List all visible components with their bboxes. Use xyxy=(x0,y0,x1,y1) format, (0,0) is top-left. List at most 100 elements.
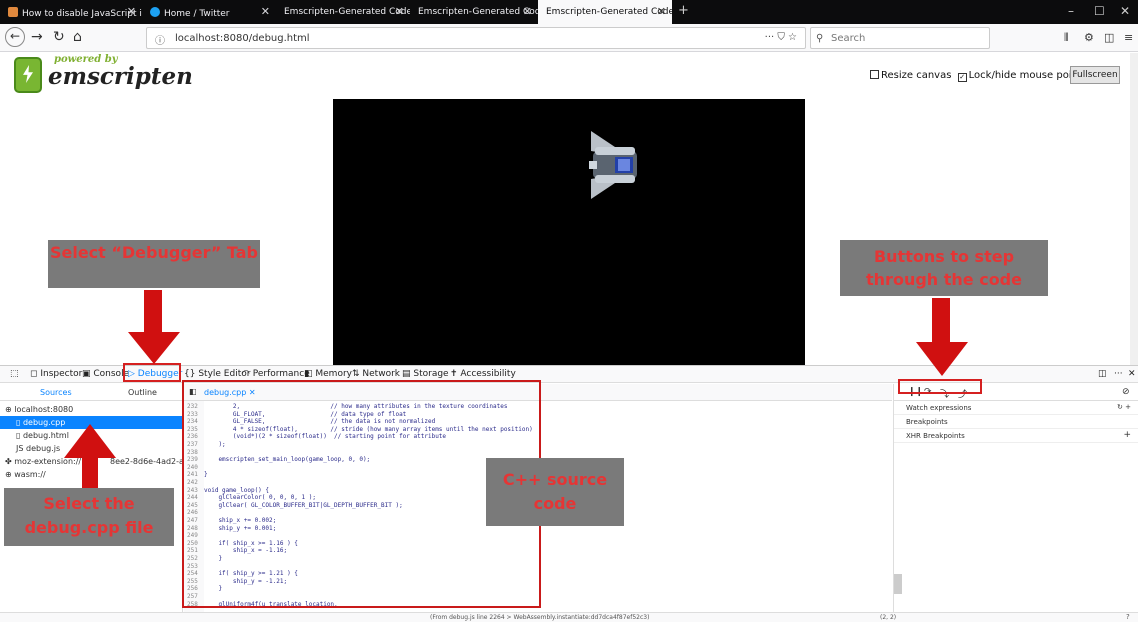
performance-icon: ◠ xyxy=(242,369,253,379)
tree-item-wasm[interactable]: ⊕ wasm:// xyxy=(5,470,46,479)
tab-label: How to disable JavaScript in Ch xyxy=(22,9,142,19)
help-icon[interactable]: ? xyxy=(1126,613,1130,621)
forward-arrow-icon[interactable]: → xyxy=(31,29,43,45)
tab-label: Inspector xyxy=(40,369,83,379)
tree-item-label: debug.html xyxy=(22,431,69,440)
breakpoints-row[interactable]: Breakpoints xyxy=(894,415,1138,429)
tab-label: Emscripten-Generated Code xyxy=(418,7,538,17)
canvas-controls: Resize canvas ✓ Lock/hide mouse pointer xyxy=(870,70,1092,82)
page-scrollbar[interactable] xyxy=(1130,53,1138,365)
tree-item-debug-js[interactable]: JS debug.js xyxy=(16,444,60,453)
brand-title: emscripten xyxy=(48,63,193,90)
spaceship-sprite xyxy=(589,131,637,199)
tab-memory[interactable]: ◧ Memory xyxy=(304,369,352,379)
tab-sources[interactable]: Sources xyxy=(40,388,72,397)
tab-label: Accessibility xyxy=(460,369,516,379)
file-icon: ▯ xyxy=(16,418,23,427)
network-icon: ⇅ xyxy=(352,369,363,379)
memory-icon: ◧ xyxy=(304,369,316,379)
deactivate-breakpoints-icon[interactable]: ⊘ xyxy=(1122,387,1130,397)
more-options-icon[interactable]: ··· xyxy=(1114,369,1123,379)
close-devtools-icon[interactable]: ✕ xyxy=(1128,369,1136,379)
row-label: Breakpoints xyxy=(906,418,948,426)
extension-icon: ✤ xyxy=(5,457,15,466)
lock-pointer-checkbox[interactable]: ✓ xyxy=(957,73,967,82)
tree-item-label: localhost:8080 xyxy=(14,405,74,414)
globe-icon: ⊕ xyxy=(5,470,15,479)
tab-inspector[interactable]: ◻ Inspector xyxy=(30,369,82,379)
tab-outline[interactable]: Outline xyxy=(128,388,157,397)
sidebar-scrollbar[interactable] xyxy=(894,574,902,594)
tree-item-debug-cpp[interactable]: ▯ debug.cpp xyxy=(16,418,65,427)
navigation-bar: ← → ↻ ⌂ ⓘ localhost:8080/debug.html ··· … xyxy=(0,24,1138,52)
arrow-head xyxy=(64,424,116,458)
element-picker-icon[interactable]: ⬚ xyxy=(10,369,19,379)
tab-favicon-icon xyxy=(8,7,18,17)
maximize-button[interactable]: ☐ xyxy=(1094,4,1105,18)
game-canvas[interactable] xyxy=(333,99,805,365)
tab-1[interactable]: How to disable JavaScript in Ch✕ xyxy=(0,0,142,24)
page-actions-icon[interactable]: ··· ⛉ ☆ xyxy=(765,32,797,43)
twitter-icon xyxy=(150,7,160,17)
page-content: powered by emscripten Resize canvas ✓ Loc… xyxy=(0,53,1130,365)
globe-icon: ⊕ xyxy=(5,405,15,414)
search-input[interactable]: ⚲ Search xyxy=(810,27,990,49)
add-xhr-icon[interactable]: + xyxy=(1123,430,1131,440)
tab-2[interactable]: Home / Twitter ✕ xyxy=(142,0,276,24)
tab-label: Performance xyxy=(252,369,310,379)
style-editor-icon: {} xyxy=(184,369,199,379)
cursor-position: (2, 2) xyxy=(880,614,897,621)
reload-icon[interactable]: ↻ xyxy=(53,29,65,45)
close-tab-icon[interactable]: ✕ xyxy=(523,5,532,18)
close-window-button[interactable]: ✕ xyxy=(1120,4,1130,18)
extension-icon[interactable]: ⚙ xyxy=(1084,31,1094,44)
resize-canvas-checkbox[interactable] xyxy=(870,70,879,79)
search-icon: ⚲ xyxy=(816,33,824,44)
sidebar-icon[interactable]: ◫ xyxy=(1104,31,1114,44)
resize-canvas-label: Resize canvas xyxy=(881,70,952,81)
xhr-breakpoints-row[interactable]: XHR Breakpoints + xyxy=(894,429,1138,443)
close-tab-icon[interactable]: ✕ xyxy=(657,5,666,18)
js-file-icon: JS xyxy=(16,444,26,453)
debugger-tab-highlight xyxy=(123,363,181,382)
back-arrow-icon[interactable]: ← xyxy=(5,27,25,47)
tab-storage[interactable]: ▤ Storage xyxy=(402,369,449,379)
console-icon: ▣ xyxy=(82,369,94,379)
tab-network[interactable]: ⇅ Network xyxy=(352,369,400,379)
tab-4[interactable]: Emscripten-Generated Code ✕ xyxy=(410,0,538,24)
tree-item-moz-extension[interactable]: ✤ moz-extension://... xyxy=(5,457,89,466)
home-icon[interactable]: ⌂ xyxy=(73,29,82,45)
arrow-shaft xyxy=(144,290,162,332)
tab-3[interactable]: Emscripten-Generated Code ✕ xyxy=(276,0,410,24)
url-bar[interactable]: ⓘ localhost:8080/debug.html ··· ⛉ ☆ xyxy=(146,27,806,49)
close-tab-icon[interactable]: ✕ xyxy=(127,5,136,18)
arrow-shaft xyxy=(932,298,950,342)
fullscreen-button[interactable]: Fullscreen xyxy=(1070,66,1120,84)
dock-icon[interactable]: ◫ xyxy=(1098,369,1107,379)
emscripten-logo-icon xyxy=(14,57,42,93)
tab-performance[interactable]: ◠ Performance xyxy=(242,369,310,379)
storage-icon: ▤ xyxy=(402,369,414,379)
debugger-sidebar: ❙❙ ↷ ⤵ ⤴ ⊘ Watch expressions ↻ + Breakpoi… xyxy=(893,384,1138,612)
tree-item-host[interactable]: ⊕ localhost:8080 xyxy=(5,405,73,414)
tab-style-editor[interactable]: {} Style Editor xyxy=(184,369,250,379)
tree-item-label: debug.js xyxy=(25,444,61,453)
accessibility-icon: ✝ xyxy=(450,369,461,379)
tab-5[interactable]: Emscripten-Generated Code ✕ xyxy=(538,0,672,24)
minimize-button[interactable]: – xyxy=(1068,4,1074,18)
tab-label: Memory xyxy=(315,369,352,379)
info-icon[interactable]: ⓘ xyxy=(155,32,165,47)
close-tab-icon[interactable]: ✕ xyxy=(395,5,404,18)
close-tab-icon[interactable]: ✕ xyxy=(261,5,270,18)
arrow-shaft xyxy=(82,458,98,488)
url-text: localhost:8080/debug.html xyxy=(175,33,310,44)
callout-cpp-source: C++ source code xyxy=(486,458,624,526)
tree-item-label: wasm:// xyxy=(14,470,46,479)
tab-accessibility[interactable]: ✝ Accessibility xyxy=(450,369,516,379)
library-icon[interactable]: ⫴ xyxy=(1064,31,1069,45)
new-tab-button[interactable]: + xyxy=(678,3,689,18)
watch-expressions-row[interactable]: Watch expressions ↻ + xyxy=(894,401,1138,415)
menu-icon[interactable]: ≡ xyxy=(1124,31,1133,44)
add-watch-icon[interactable]: ↻ + xyxy=(1117,403,1131,411)
tree-item-debug-html[interactable]: ▯ debug.html xyxy=(16,431,69,440)
